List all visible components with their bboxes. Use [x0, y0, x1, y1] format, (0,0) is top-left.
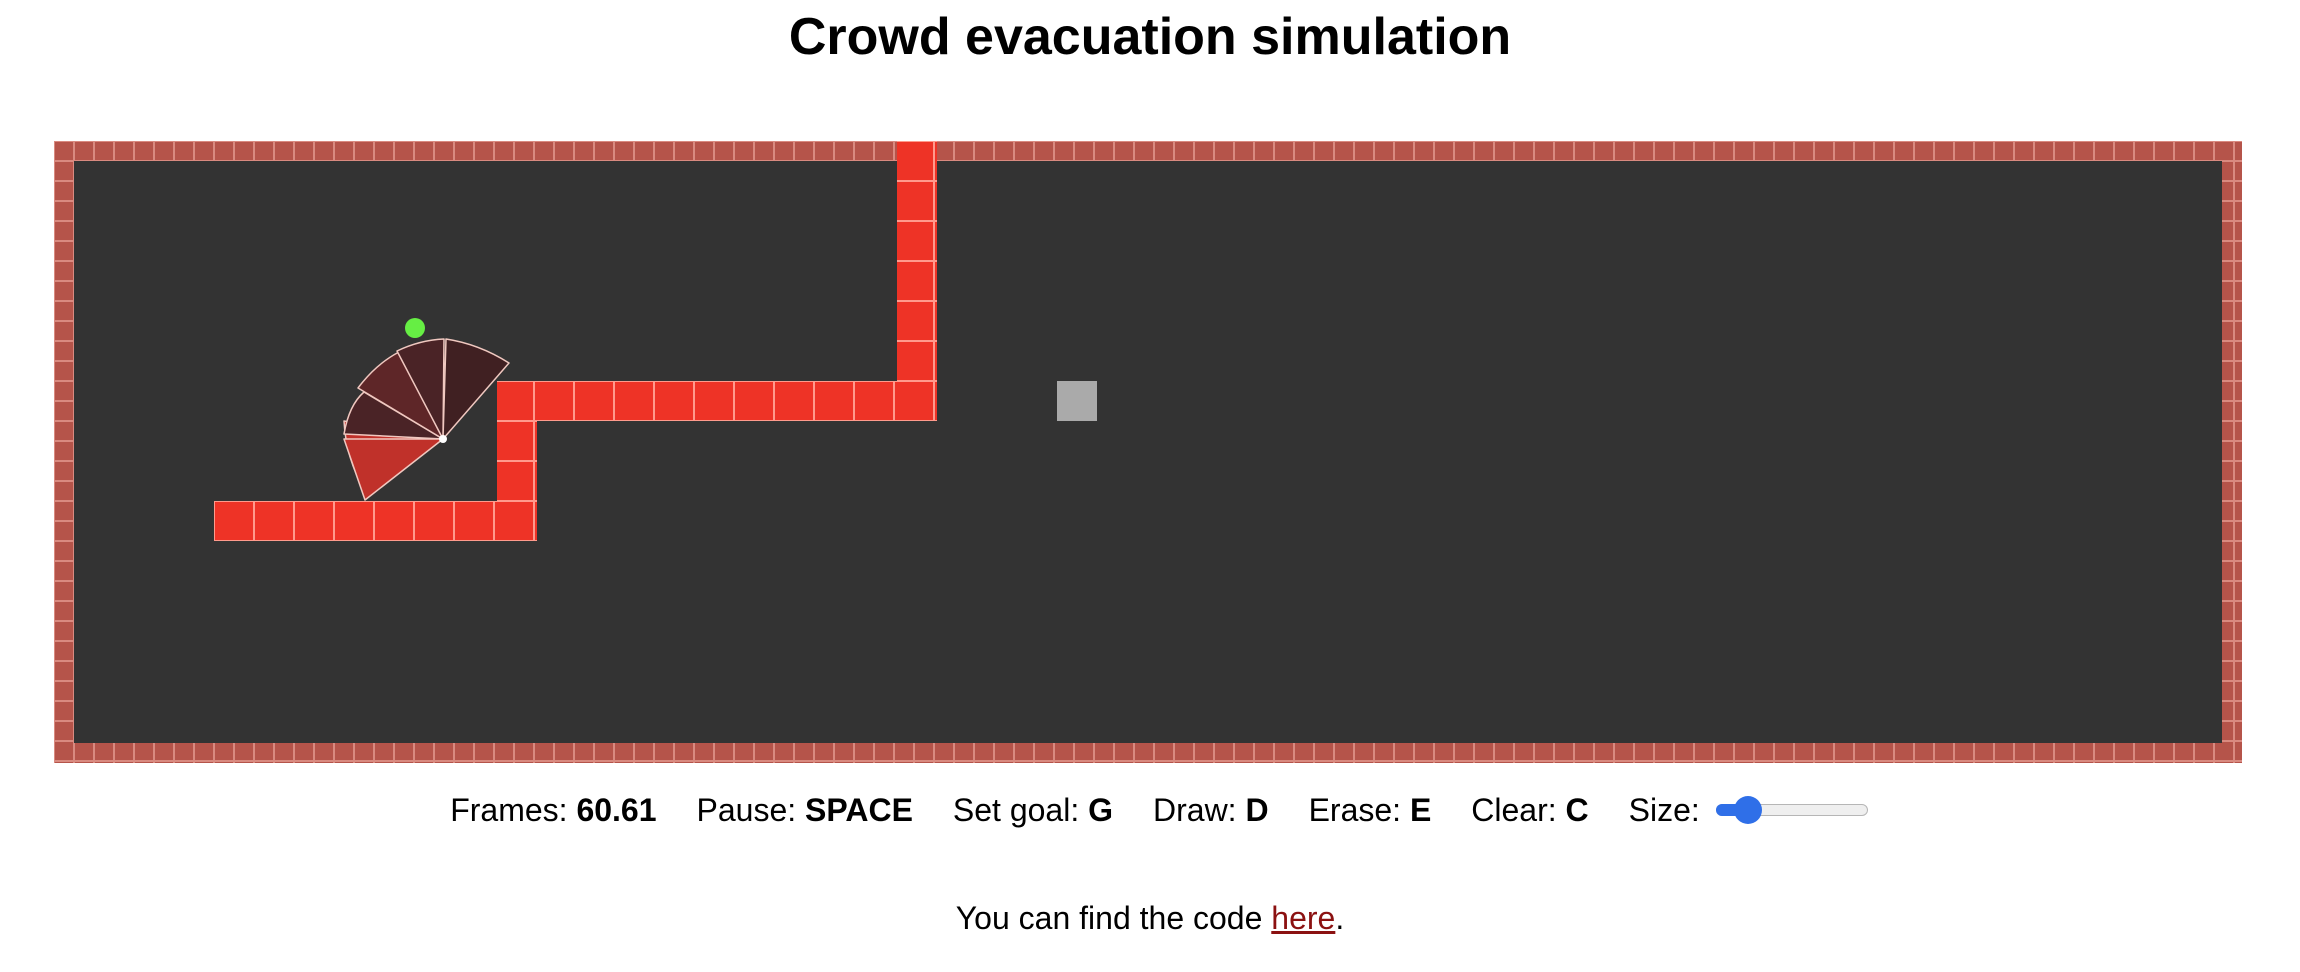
- size-slider[interactable]: [1714, 793, 1870, 827]
- goal-marker[interactable]: [1057, 381, 1097, 421]
- goal-key: G: [1088, 792, 1113, 828]
- slider-thumb[interactable]: [1734, 796, 1763, 824]
- pause-hint: Pause: SPACE: [696, 792, 913, 828]
- clear-hint: Clear: C: [1471, 792, 1589, 828]
- pause-key: SPACE: [805, 792, 913, 828]
- erase-hint: Erase: E: [1308, 792, 1432, 828]
- size-control: Size:: [1629, 790, 1870, 830]
- obstacle-wall[interactable]: [497, 381, 937, 421]
- draw-key: D: [1245, 792, 1269, 828]
- obstacle-wall[interactable]: [214, 501, 537, 541]
- draw-hint: Draw: D: [1153, 792, 1269, 828]
- agent-center: [439, 435, 447, 443]
- obstacle-wall[interactable]: [897, 141, 937, 421]
- size-label: Size:: [1628, 792, 1700, 828]
- code-link[interactable]: here: [1271, 900, 1335, 936]
- erase-key: E: [1409, 792, 1432, 828]
- frames-readout: Frames: 60.61: [450, 792, 657, 828]
- frames-value: 60.61: [576, 792, 657, 828]
- clear-key: C: [1565, 792, 1589, 828]
- controls-bar: Frames: 60.61 Pause: SPACE Set goal: G D…: [0, 790, 2300, 830]
- set-goal-hint: Set goal: G: [952, 792, 1113, 828]
- page-title: Crowd evacuation simulation: [788, 8, 1512, 66]
- agent[interactable]: [405, 318, 425, 338]
- footer-note: You can find the code here.: [955, 900, 1345, 936]
- simulation-canvas[interactable]: [54, 141, 2242, 763]
